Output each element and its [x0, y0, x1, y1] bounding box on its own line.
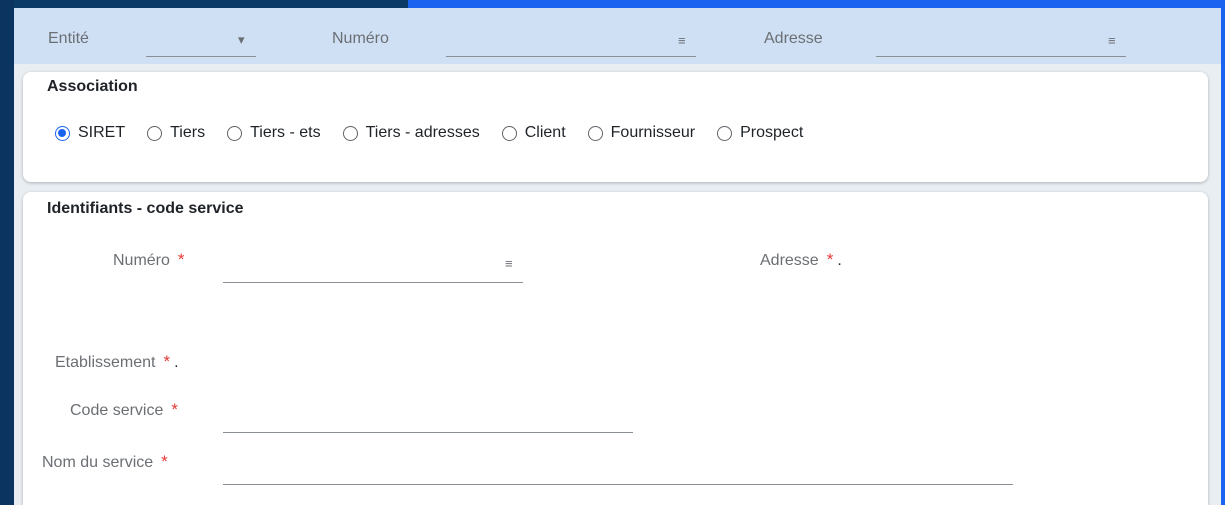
radio-label: Prospect	[740, 124, 804, 141]
identifiers-title: Identifiants - code service	[47, 200, 244, 217]
radio-fournisseur[interactable]: Fournisseur	[587, 124, 696, 142]
radio-label: Client	[524, 124, 566, 141]
required-mark: *	[826, 250, 834, 269]
list-icon[interactable]: ≡	[1108, 33, 1116, 48]
radio-tiers-ets[interactable]: Tiers - ets	[227, 124, 321, 142]
association-card: Association SIRET Tiers Tiers - ets Tier…	[23, 72, 1208, 182]
radio-label: Tiers - adresses	[365, 124, 480, 141]
number-input[interactable]	[223, 282, 523, 283]
association-title: Association	[47, 78, 138, 95]
address-label-text: Adresse	[760, 252, 819, 269]
establishment-field-label: Etablissement *.	[55, 352, 179, 372]
address-value: .	[837, 252, 842, 269]
radio-unchecked-icon[interactable]	[501, 125, 517, 141]
establishment-value: .	[174, 354, 179, 371]
radio-unchecked-icon[interactable]	[227, 125, 243, 141]
filter-address-input[interactable]	[876, 56, 1126, 57]
chevron-down-icon[interactable]: ▾	[238, 32, 245, 48]
left-sidebar-edge	[0, 0, 14, 505]
identifiers-card: Identifiants - code service Numéro * ≡ Ad…	[23, 192, 1208, 505]
service-code-label-text: Code service	[70, 402, 164, 419]
radio-tiers-adresses[interactable]: Tiers - adresses	[342, 124, 480, 142]
filter-number-input[interactable]	[446, 56, 696, 57]
required-mark: *	[177, 250, 185, 269]
service-name-field-label: Nom du service *	[42, 452, 168, 472]
radio-unchecked-icon[interactable]	[587, 125, 603, 141]
radio-checked-icon[interactable]	[55, 125, 70, 141]
radio-client[interactable]: Client	[501, 124, 566, 142]
number-label-text: Numéro	[113, 252, 170, 269]
radio-prospect[interactable]: Prospect	[717, 124, 803, 142]
filter-address-label: Adresse	[764, 30, 823, 47]
number-field-label: Numéro *	[113, 250, 185, 270]
filter-entity-label: Entité	[48, 30, 89, 47]
radio-label: Tiers - ets	[250, 124, 321, 141]
form-panel: Entité ▾ Numéro ≡ Adresse ≡ Association …	[14, 8, 1221, 505]
service-code-input[interactable]	[223, 432, 633, 433]
top-accent-bar	[408, 0, 1225, 8]
radio-label: SIRET	[78, 124, 126, 141]
service-name-input[interactable]	[223, 484, 1013, 485]
address-field-label: Adresse *.	[760, 250, 842, 270]
right-accent-edge	[1221, 0, 1225, 505]
radio-label: Fournisseur	[610, 124, 696, 141]
list-icon[interactable]: ≡	[678, 33, 686, 48]
filter-number-label: Numéro	[332, 30, 389, 47]
radio-unchecked-icon[interactable]	[342, 125, 358, 141]
service-code-field-label: Code service *	[70, 400, 178, 420]
list-icon[interactable]: ≡	[505, 256, 513, 271]
radio-label: Tiers	[170, 124, 206, 141]
required-mark: *	[163, 352, 171, 371]
radio-unchecked-icon[interactable]	[717, 125, 733, 141]
filter-bar: Entité ▾ Numéro ≡ Adresse ≡	[14, 8, 1221, 64]
radio-siret[interactable]: SIRET	[55, 124, 125, 142]
radio-tiers[interactable]: Tiers	[147, 124, 205, 142]
service-name-label-text: Nom du service	[42, 454, 154, 471]
radio-unchecked-icon[interactable]	[147, 125, 163, 141]
filter-entity-select[interactable]	[146, 56, 256, 57]
establishment-label-text: Etablissement	[55, 354, 156, 371]
required-mark: *	[171, 400, 178, 419]
required-mark: *	[161, 452, 168, 471]
association-radio-group: SIRET Tiers Tiers - ets Tiers - adresses…	[55, 124, 825, 142]
